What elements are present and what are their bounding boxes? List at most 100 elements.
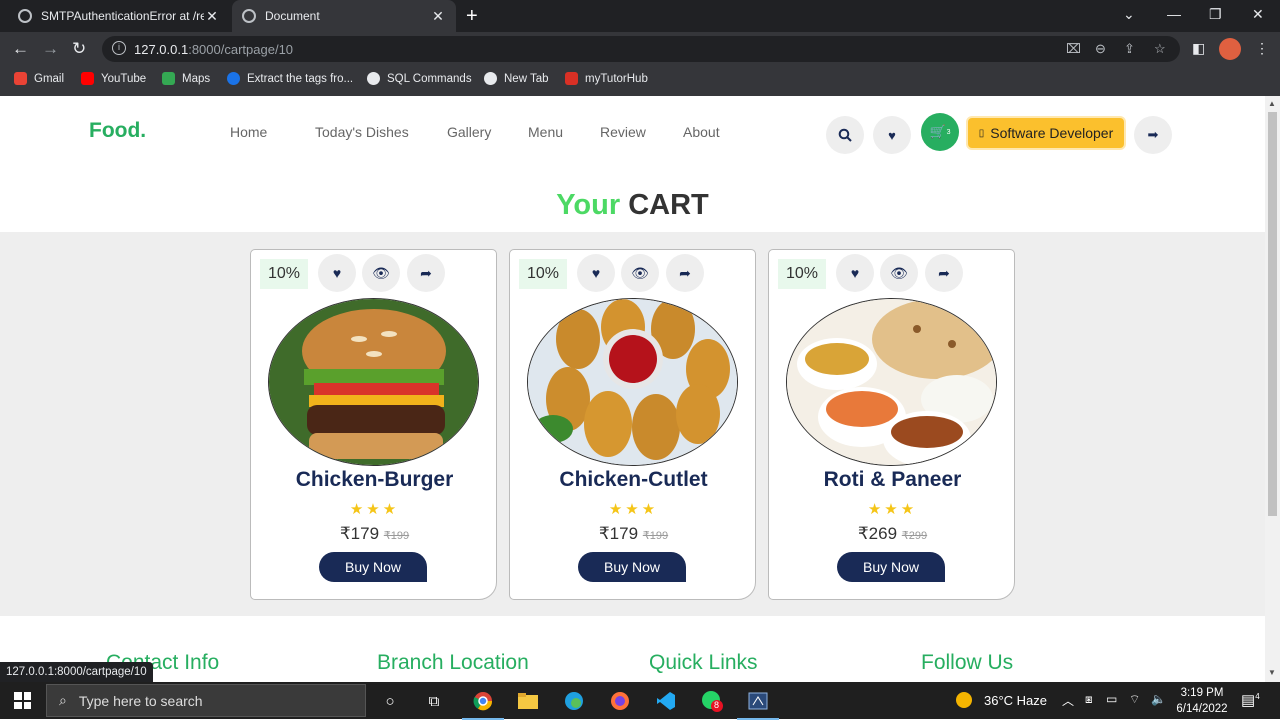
scroll-up-icon[interactable]: ▲: [1268, 99, 1276, 108]
nav-gallery[interactable]: Gallery: [447, 124, 491, 140]
bookmark-label: Gmail: [34, 72, 65, 85]
view-button[interactable]: 👁: [621, 254, 659, 292]
like-button[interactable]: ♥: [836, 254, 874, 292]
wifi-icon[interactable]: ⌔: [1129, 692, 1140, 707]
reload-icon[interactable]: ↻: [72, 39, 86, 59]
food-image-cutlet: [527, 298, 738, 466]
item-price: ₹179 ₹199: [251, 524, 498, 544]
close-window-icon[interactable]: ✕: [1252, 6, 1264, 23]
cart-count: 3: [946, 128, 951, 136]
page-scrollbar[interactable]: ▲ ▼: [1265, 96, 1280, 682]
task-view-icon[interactable]: ⧉: [423, 690, 445, 712]
scroll-down-icon[interactable]: ▼: [1268, 668, 1276, 677]
notification-icon[interactable]: ▤4: [1241, 691, 1260, 709]
item-price: ₹269 ₹299: [769, 524, 1016, 544]
wishlist-button[interactable]: ♥: [873, 116, 911, 154]
bookmark-star-icon[interactable]: ☆: [1154, 41, 1166, 57]
clock-time: 3:19 PM: [1180, 687, 1224, 699]
chevron-down-icon[interactable]: ⌄: [1123, 6, 1135, 23]
battery-icon[interactable]: ▭: [1106, 692, 1117, 706]
restore-icon[interactable]: ❐: [1209, 6, 1222, 23]
whatsapp-icon[interactable]: 8: [701, 690, 723, 712]
bookmarks-bar: Gmail YouTube Maps Extract the tags fro.…: [0, 66, 1280, 96]
browser-toolbar: ← → ↻ i 127.0.0.1:8000/cartpage/10 ⌧ ⊖ ⇪…: [0, 32, 1280, 66]
share-button[interactable]: ➦: [407, 254, 445, 292]
share-icon[interactable]: ⇪: [1124, 41, 1135, 57]
nav-home[interactable]: Home: [230, 124, 267, 140]
address-bar[interactable]: i 127.0.0.1:8000/cartpage/10 ⌧ ⊖ ⇪ ☆: [102, 36, 1180, 62]
minimize-icon[interactable]: —: [1167, 6, 1181, 22]
info-icon[interactable]: i: [112, 41, 126, 55]
share-button[interactable]: ➦: [666, 254, 704, 292]
tab-document[interactable]: Document ✕: [232, 0, 456, 32]
close-icon[interactable]: ✕: [204, 8, 220, 25]
heart-icon: ♥: [332, 265, 342, 281]
tab-smtp-error[interactable]: SMTPAuthenticationError at /reg ✕: [8, 0, 230, 32]
zoom-icon[interactable]: ⊖: [1095, 41, 1106, 57]
user-profile-button[interactable]: ▯ Software Developer: [966, 116, 1126, 150]
edge-icon[interactable]: [563, 690, 585, 712]
logout-button[interactable]: ➡: [1134, 116, 1172, 154]
footer-follow-heading: Follow Us: [921, 651, 1014, 674]
menu-icon[interactable]: ⋮: [1255, 40, 1269, 57]
windows-start-icon[interactable]: [14, 692, 31, 709]
file-explorer-icon[interactable]: [517, 690, 539, 712]
profile-avatar[interactable]: [1219, 38, 1241, 60]
whatsapp-badge: 8: [714, 700, 720, 710]
url-text[interactable]: 127.0.0.1:8000/cartpage/10: [134, 42, 293, 57]
share-button[interactable]: ➦: [925, 254, 963, 292]
nav-todays-dishes[interactable]: Today's Dishes: [315, 124, 409, 140]
weather-widget[interactable]: 36°C Haze: [956, 692, 1047, 708]
translate-icon[interactable]: ⌧: [1066, 41, 1081, 57]
cart-button[interactable]: 🛒 3: [921, 113, 959, 151]
back-icon[interactable]: ←: [12, 39, 29, 59]
volume-icon[interactable]: 🔈: [1151, 692, 1166, 706]
buy-now-button[interactable]: Buy Now: [319, 552, 427, 582]
tray-chevron-icon[interactable]: ︿: [1062, 692, 1074, 709]
nav-about[interactable]: About: [683, 124, 720, 140]
discount-badge: 10%: [260, 259, 308, 289]
site-icon: [227, 72, 240, 85]
new-tab-icon[interactable]: +: [466, 5, 478, 28]
eye-icon: 👁: [631, 264, 649, 281]
bookmark-label: Maps: [182, 72, 211, 85]
buy-now-button[interactable]: Buy Now: [578, 552, 686, 582]
bookmark-maps[interactable]: Maps: [162, 72, 210, 85]
gmail-icon: [14, 72, 27, 85]
search-button[interactable]: [826, 116, 864, 154]
price-current: ₹269: [857, 524, 898, 543]
system-clock[interactable]: 3:19 PM 6/14/2022: [1172, 685, 1232, 717]
vscode-icon[interactable]: [655, 690, 677, 712]
bookmark-sql-commands[interactable]: SQL Commands: [367, 72, 472, 85]
chrome-icon[interactable]: [462, 690, 504, 720]
globe-icon: [484, 72, 497, 85]
bookmark-youtube[interactable]: YouTube: [81, 72, 146, 85]
eye-icon: 👁: [890, 264, 908, 281]
like-button[interactable]: ♥: [318, 254, 356, 292]
price-current: ₹179: [598, 524, 639, 543]
close-icon[interactable]: ✕: [430, 8, 446, 25]
site-logo[interactable]: Food.: [89, 119, 146, 143]
side-panel-icon[interactable]: ◧: [1192, 40, 1205, 57]
user-label: Software Developer: [990, 125, 1114, 141]
bookmark-new-tab[interactable]: New Tab: [484, 72, 549, 85]
firefox-icon[interactable]: [609, 690, 631, 712]
buy-now-button[interactable]: Buy Now: [837, 552, 945, 582]
like-button[interactable]: ♥: [577, 254, 615, 292]
onedrive-icon[interactable]: ⧆: [1085, 692, 1093, 707]
view-button[interactable]: 👁: [880, 254, 918, 292]
forward-icon[interactable]: →: [42, 39, 59, 59]
scrollbar-thumb[interactable]: [1268, 112, 1277, 516]
nav-menu[interactable]: Menu: [528, 124, 563, 140]
share-arrow-icon: ➦: [420, 264, 432, 281]
taskbar-search[interactable]: ⌕ Type here to search: [46, 684, 366, 717]
nav-review[interactable]: Review: [600, 124, 646, 140]
cortana-icon[interactable]: ○: [379, 690, 401, 712]
food-image-burger: [268, 298, 479, 466]
bookmark-label: myTutorHub: [585, 72, 648, 85]
bookmark-gmail[interactable]: Gmail: [14, 72, 64, 85]
view-button[interactable]: 👁: [362, 254, 400, 292]
bookmark-extract-tags[interactable]: Extract the tags fro...: [227, 72, 353, 85]
bookmark-mytutorhub[interactable]: myTutorHub: [565, 72, 648, 85]
app-window-icon[interactable]: [737, 690, 779, 720]
